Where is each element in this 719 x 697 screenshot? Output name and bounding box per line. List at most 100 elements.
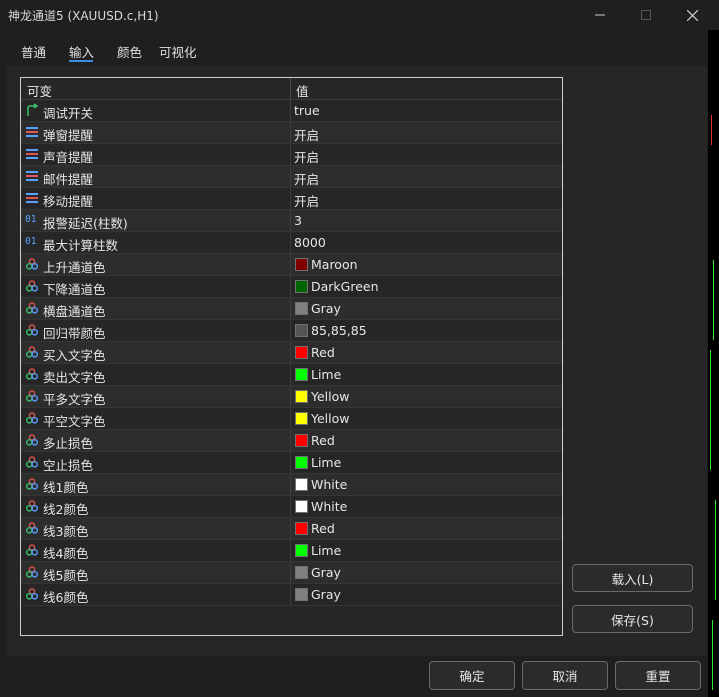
- value-cell[interactable]: Gray: [291, 298, 562, 319]
- cancel-button[interactable]: 取消: [522, 661, 608, 690]
- color-icon: [25, 301, 39, 315]
- table-row[interactable]: 移动提醒 开启: [21, 188, 562, 210]
- table-row[interactable]: 横盘通道色 Gray: [21, 298, 562, 320]
- variable-label: 平多文字色: [43, 392, 106, 407]
- variable-label: 平空文字色: [43, 414, 106, 429]
- variable-cell: 线5颜色: [21, 562, 291, 583]
- variable-label: 声音提醒: [43, 150, 94, 165]
- color-swatch[interactable]: [295, 258, 308, 271]
- tab-colors[interactable]: 颜色: [117, 42, 142, 61]
- value-cell[interactable]: Gray: [291, 584, 562, 605]
- table-row[interactable]: 平空文字色 Yellow: [21, 408, 562, 430]
- color-swatch[interactable]: [295, 522, 308, 535]
- table-row[interactable]: 声音提醒 开启: [21, 144, 562, 166]
- table-row[interactable]: 空止损色 Lime: [21, 452, 562, 474]
- ok-button[interactable]: 确定: [429, 661, 515, 690]
- value-cell[interactable]: 8000: [291, 232, 562, 253]
- reset-button[interactable]: 重置: [615, 661, 701, 690]
- value-cell[interactable]: Yellow: [291, 386, 562, 407]
- table-header: 可变 值: [21, 78, 562, 100]
- table-row[interactable]: 平多文字色 Yellow: [21, 386, 562, 408]
- value-cell[interactable]: DarkGreen: [291, 276, 562, 297]
- tab-inputs[interactable]: 输入: [69, 42, 94, 61]
- value-cell[interactable]: Red: [291, 518, 562, 539]
- tab-visualization[interactable]: 可视化: [159, 42, 197, 61]
- save-button[interactable]: 保存(S): [572, 605, 693, 633]
- enum-icon: [25, 125, 39, 139]
- background-chart: [708, 30, 719, 697]
- color-swatch[interactable]: [295, 390, 308, 403]
- table-row[interactable]: 01 报警延迟(柱数) 3: [21, 210, 562, 232]
- color-icon: [25, 257, 39, 271]
- variable-value: Lime: [311, 367, 342, 382]
- value-cell[interactable]: Red: [291, 342, 562, 363]
- variable-label: 卖出文字色: [43, 370, 106, 385]
- value-cell[interactable]: Lime: [291, 540, 562, 561]
- color-swatch[interactable]: [295, 412, 308, 425]
- value-cell[interactable]: true: [291, 100, 562, 121]
- table-row[interactable]: 线6颜色 Gray: [21, 584, 562, 606]
- color-swatch[interactable]: [295, 566, 308, 579]
- variable-cell: 线1颜色: [21, 474, 291, 495]
- variable-value: 3: [294, 213, 302, 228]
- color-swatch[interactable]: [295, 500, 308, 513]
- load-button[interactable]: 载入(L): [572, 564, 693, 592]
- table-row[interactable]: 线2颜色 White: [21, 496, 562, 518]
- value-cell[interactable]: Yellow: [291, 408, 562, 429]
- table-row[interactable]: 多止损色 Red: [21, 430, 562, 452]
- color-swatch[interactable]: [295, 302, 308, 315]
- table-row[interactable]: 线4颜色 Lime: [21, 540, 562, 562]
- color-icon: [25, 389, 39, 403]
- value-cell[interactable]: Maroon: [291, 254, 562, 275]
- table-row[interactable]: 卖出文字色 Lime: [21, 364, 562, 386]
- value-cell[interactable]: Lime: [291, 364, 562, 385]
- value-cell[interactable]: 开启: [291, 166, 562, 187]
- table-row[interactable]: 买入文字色 Red: [21, 342, 562, 364]
- variable-label: 多止损色: [43, 436, 94, 451]
- table-row[interactable]: 邮件提醒 开启: [21, 166, 562, 188]
- tab-general[interactable]: 普通: [21, 42, 46, 61]
- value-cell[interactable]: 3: [291, 210, 562, 231]
- table-row[interactable]: 线5颜色 Gray: [21, 562, 562, 584]
- table-row[interactable]: 回归带颜色 85,85,85: [21, 320, 562, 342]
- variable-value: Red: [311, 433, 335, 448]
- color-swatch[interactable]: [295, 544, 308, 557]
- value-cell[interactable]: White: [291, 474, 562, 495]
- variable-value: 开启: [294, 150, 320, 165]
- value-cell[interactable]: White: [291, 496, 562, 517]
- table-row[interactable]: 上升通道色 Maroon: [21, 254, 562, 276]
- color-icon: [25, 411, 39, 425]
- table-row[interactable]: 线3颜色 Red: [21, 518, 562, 540]
- value-cell[interactable]: Lime: [291, 452, 562, 473]
- color-swatch[interactable]: [295, 434, 308, 447]
- color-swatch[interactable]: [295, 324, 308, 337]
- color-swatch[interactable]: [295, 456, 308, 469]
- column-divider[interactable]: [290, 78, 291, 99]
- value-cell[interactable]: Red: [291, 430, 562, 451]
- value-cell[interactable]: 开启: [291, 188, 562, 209]
- table-row[interactable]: 下降通道色 DarkGreen: [21, 276, 562, 298]
- value-cell[interactable]: 开启: [291, 122, 562, 143]
- minimize-button[interactable]: [577, 0, 623, 30]
- color-swatch[interactable]: [295, 478, 308, 491]
- inputs-table: 可变 值 调试开关 true 弹窗提醒 开启 声音提醒 开启 邮件提醒 开启 移动提醒 开启 01 报…: [20, 77, 563, 636]
- variable-label: 调试开关: [43, 106, 94, 121]
- color-swatch[interactable]: [295, 280, 308, 293]
- color-swatch[interactable]: [295, 588, 308, 601]
- variable-label: 线3颜色: [43, 524, 89, 539]
- table-row[interactable]: 线1颜色 White: [21, 474, 562, 496]
- variable-label: 最大计算柱数: [43, 238, 119, 253]
- table-row[interactable]: 01 最大计算柱数 8000: [21, 232, 562, 254]
- close-button[interactable]: [669, 0, 715, 30]
- variable-cell: 上升通道色: [21, 254, 291, 275]
- value-cell[interactable]: 85,85,85: [291, 320, 562, 341]
- table-row[interactable]: 弹窗提醒 开启: [21, 122, 562, 144]
- color-swatch[interactable]: [295, 368, 308, 381]
- table-row[interactable]: 调试开关 true: [21, 100, 562, 122]
- bool-icon: [25, 103, 39, 117]
- variable-label: 下降通道色: [43, 282, 106, 297]
- value-cell[interactable]: 开启: [291, 144, 562, 165]
- value-cell[interactable]: Gray: [291, 562, 562, 583]
- color-icon: [25, 279, 39, 293]
- color-swatch[interactable]: [295, 346, 308, 359]
